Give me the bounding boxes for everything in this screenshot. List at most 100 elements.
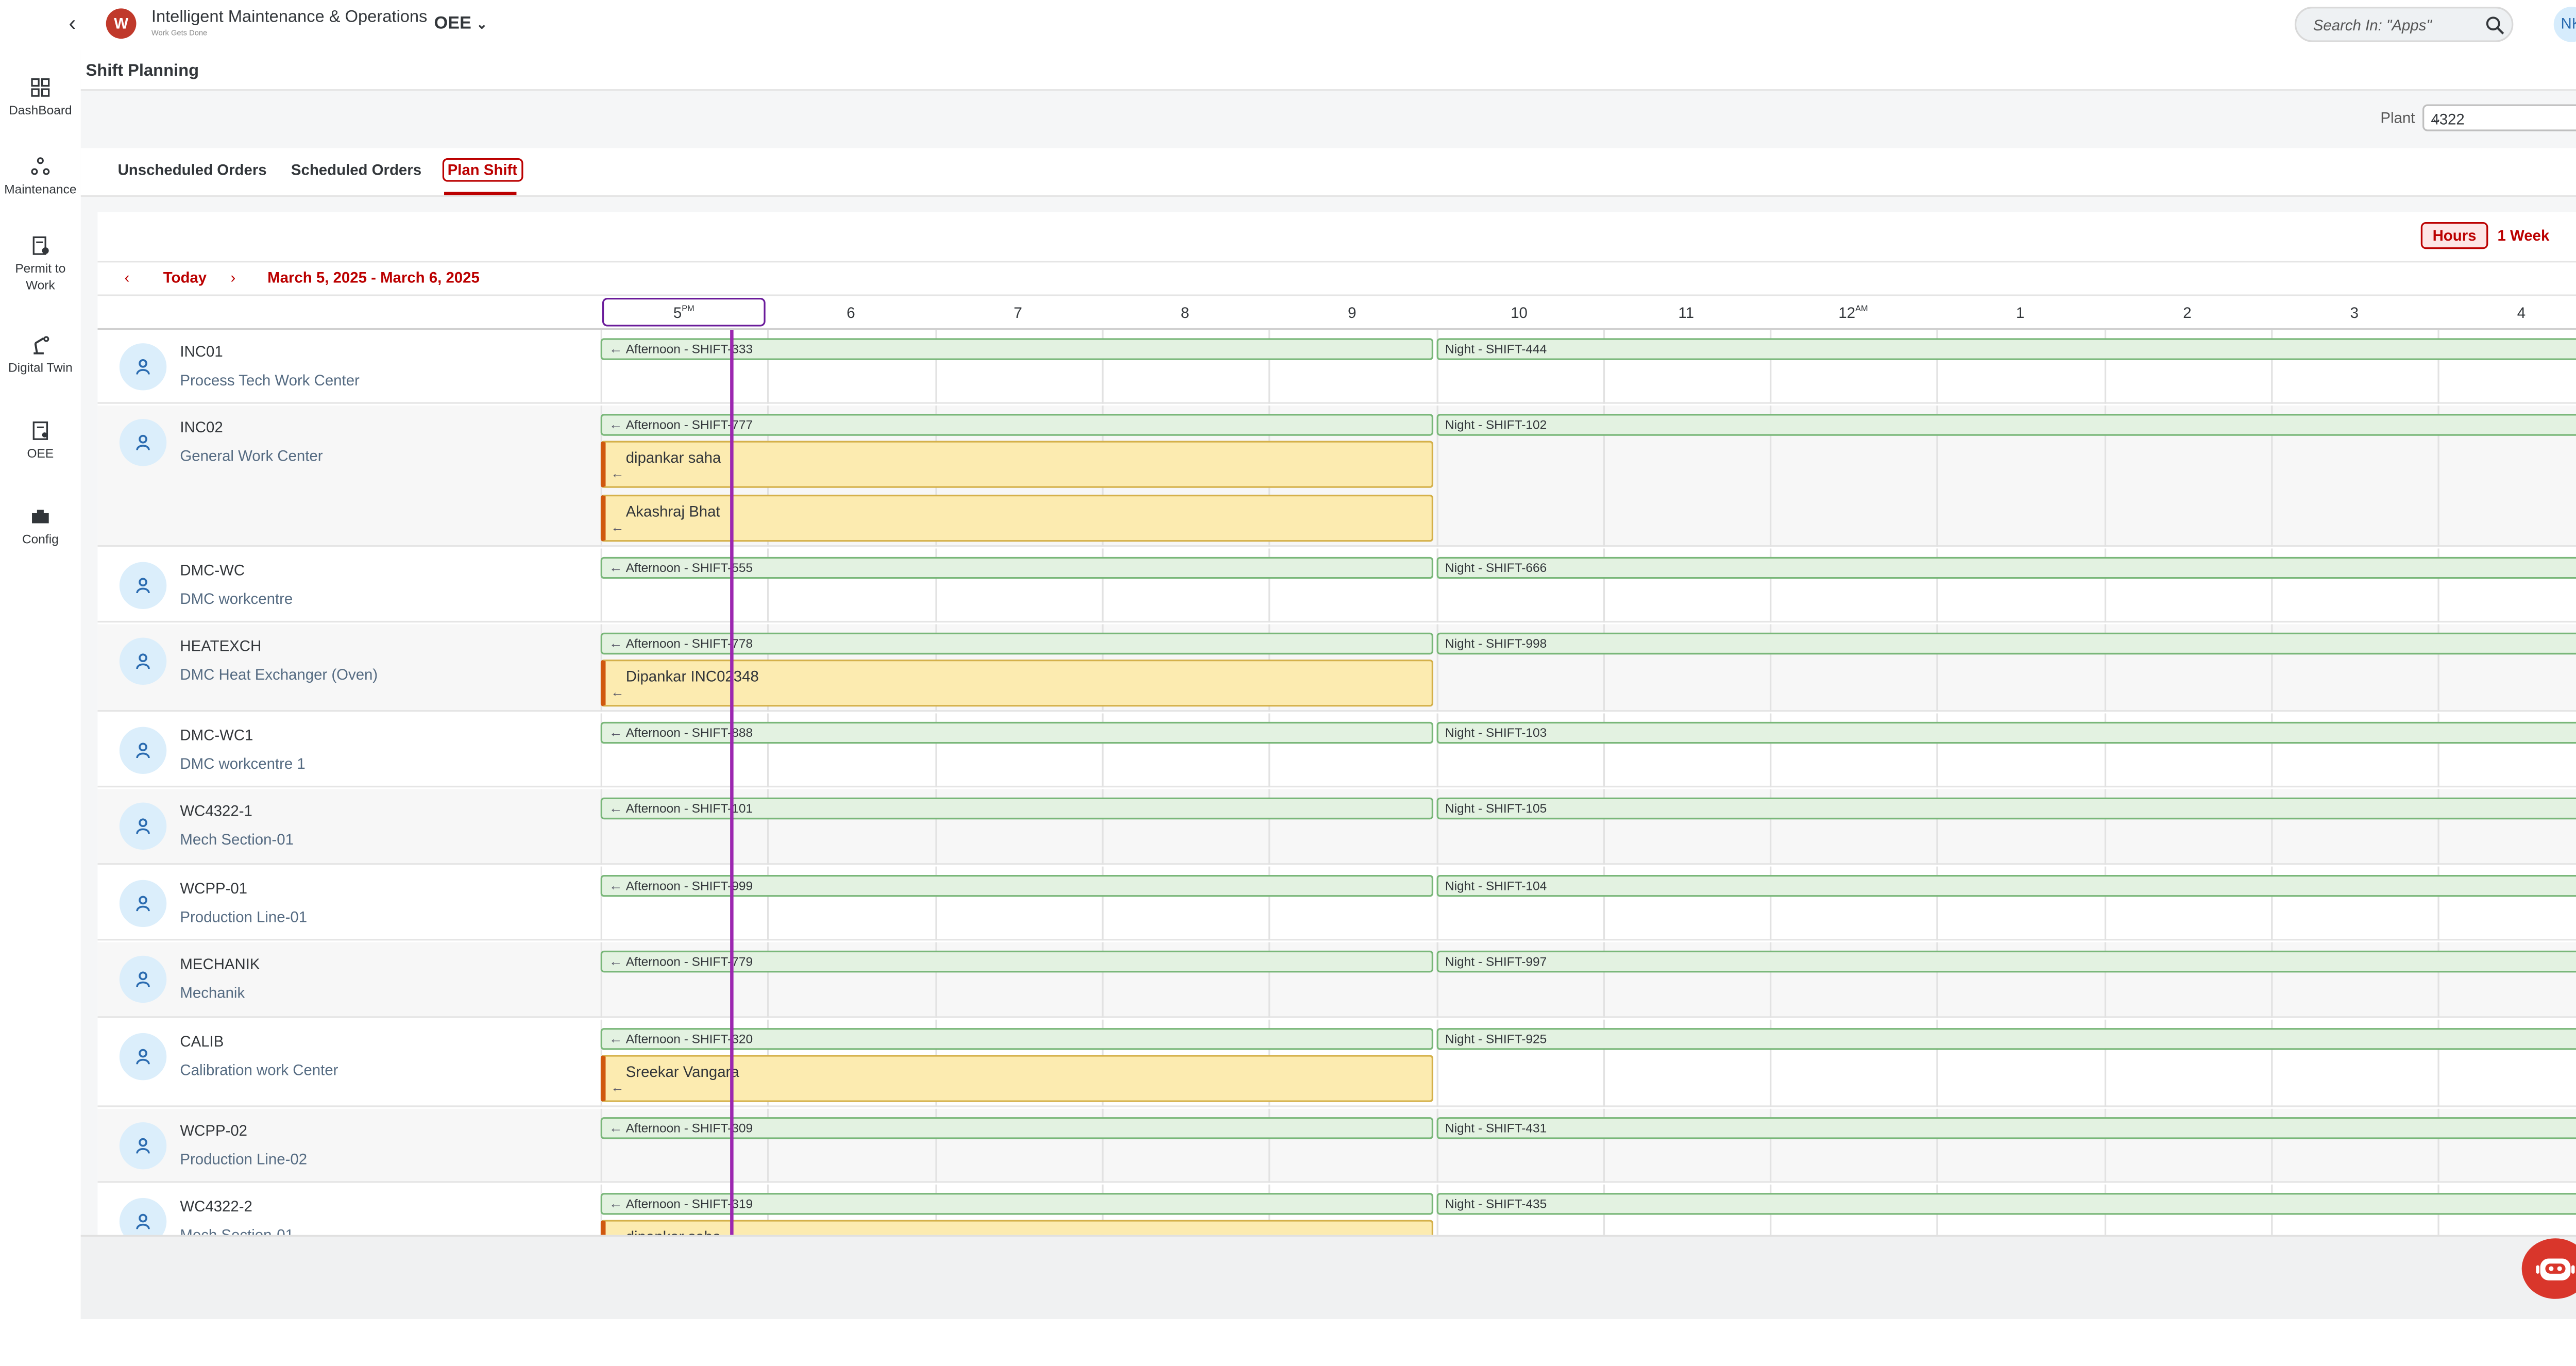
shift-label: Night - SHIFT-666 — [1445, 560, 1547, 576]
sidebar-item-label: Maintenance — [4, 181, 77, 197]
sidebar-item-config[interactable]: Config — [0, 507, 81, 549]
app-logo[interactable]: W — [106, 8, 137, 39]
resource-row: MECHANIK Mechanik ← Afternoon - SHIFT-779 Ni… — [97, 942, 2576, 1018]
filter-bar: Plant 4322 ⌄ — [80, 92, 2576, 148]
shift-label: Night - SHIFT-998 — [1445, 636, 1547, 651]
hour-number: 2 — [2183, 305, 2192, 322]
afternoon-shift-bar[interactable]: ← Afternoon - SHIFT-888 — [600, 721, 1434, 744]
current-time-indicator — [730, 329, 733, 1235]
sidebar-item-dashboard[interactable]: DashBoard — [0, 77, 81, 120]
hour-label: 2 — [2104, 305, 2270, 322]
robot-icon — [2536, 1258, 2575, 1280]
tab-scheduled-orders[interactable]: Scheduled Orders — [291, 161, 421, 178]
work-center-description: Process Tech Work Center — [180, 372, 360, 389]
side-navigation: DashBoard Maintenance Permit to Work Dig… — [0, 50, 81, 1366]
assignment-bar[interactable]: Akashraj Bhat ← — [600, 494, 1434, 542]
assignment-bar[interactable]: Dipankar INC02348 ← — [600, 659, 1434, 707]
work-center-code: INC01 — [180, 343, 223, 360]
night-shift-bar[interactable]: Night - SHIFT-431→ — [1436, 1117, 2576, 1139]
today-button[interactable]: Today — [163, 269, 207, 286]
user-avatar[interactable]: NK — [2553, 7, 2576, 42]
afternoon-shift-bar[interactable]: ← Afternoon - SHIFT-778 — [600, 632, 1434, 655]
hour-number: 8 — [1180, 305, 1190, 322]
plant-select[interactable]: 4322 ⌄ — [2422, 104, 2576, 131]
arrow-left-icon: ← — [611, 684, 624, 700]
night-shift-bar[interactable]: Night - SHIFT-666→ — [1436, 556, 2576, 579]
search-input[interactable]: Search In: "Apps" — [2294, 7, 2514, 42]
hour-number: 11 — [1678, 305, 1694, 322]
night-shift-bar[interactable]: Night - SHIFT-444→ — [1436, 338, 2576, 360]
afternoon-shift-bar[interactable]: ← Afternoon - SHIFT-319 — [600, 1193, 1434, 1215]
tab-plan-shift[interactable]: Plan Shift — [442, 158, 522, 182]
arrow-left-icon: ← — [609, 560, 623, 576]
hour-number: 9 — [1348, 305, 1357, 322]
resource-row: DMC-WC1 DMC workcentre 1 ← Afternoon - SHIF… — [97, 713, 2576, 788]
hour-label: 7 — [935, 305, 1101, 322]
night-shift-bar[interactable]: Night - SHIFT-104→ — [1436, 874, 2576, 897]
shift-label: Afternoon - SHIFT-888 — [625, 725, 753, 740]
work-center-avatar — [119, 727, 167, 774]
module-selector[interactable]: OEE ⌄ — [434, 13, 487, 33]
search-icon[interactable] — [2485, 15, 2505, 35]
night-shift-bar[interactable]: Night - SHIFT-435→ — [1436, 1193, 2576, 1215]
night-shift-bar[interactable]: Night - SHIFT-105→ — [1436, 797, 2576, 820]
plant-label: Plant — [2380, 109, 2415, 126]
night-shift-bar[interactable]: Night - SHIFT-998→ — [1436, 632, 2576, 655]
bottom-strip — [0, 1319, 2576, 1366]
night-shift-bar[interactable]: Night - SHIFT-997→ — [1436, 950, 2576, 973]
work-center-code: WCPP-01 — [180, 880, 248, 897]
afternoon-shift-bar[interactable]: ← Afternoon - SHIFT-320 — [600, 1028, 1434, 1050]
chevron-down-icon: ⌄ — [2431, 111, 2443, 126]
work-center-code: DMC-WC1 — [180, 727, 253, 744]
night-shift-bar[interactable]: Night - SHIFT-103→ — [1436, 721, 2576, 744]
week-view-button[interactable]: 1 Week — [2493, 222, 2554, 249]
shift-label: Night - SHIFT-102 — [1445, 417, 1547, 433]
hour-label: 1 — [1937, 305, 2104, 322]
shift-label: Night - SHIFT-103 — [1445, 725, 1547, 740]
back-icon[interactable]: ‹ — [61, 10, 84, 37]
work-center-code: MECHANIK — [180, 955, 260, 973]
afternoon-shift-bar[interactable]: ← Afternoon - SHIFT-333 — [600, 338, 1434, 360]
afternoon-shift-bar[interactable]: ← Afternoon - SHIFT-779 — [600, 950, 1434, 973]
assignment-bar[interactable]: Sreekar Vangara ← — [600, 1055, 1434, 1102]
assignment-bar[interactable]: dipankar saha← — [600, 1220, 1434, 1235]
resource-row: WC4322-2 Mech Section-01 ← Afternoon - SHIF… — [97, 1184, 2576, 1235]
sidebar-item-permit-to-work[interactable]: Permit to Work — [0, 235, 81, 294]
hour-label: 5PM — [601, 305, 767, 322]
afternoon-shift-bar[interactable]: ← Afternoon - SHIFT-999 — [600, 874, 1434, 897]
work-center-code: INC02 — [180, 419, 223, 436]
sidebar-item-oee[interactable]: OEE — [0, 420, 81, 463]
search-placeholder: Search In: "Apps" — [2313, 16, 2432, 34]
person-icon — [136, 1049, 150, 1065]
hour-label: 12AM — [1770, 305, 1936, 322]
work-center-avatar — [119, 637, 167, 685]
assignment-bar[interactable]: dipankar saha← — [600, 441, 1434, 488]
sidebar-item-digital-twin[interactable]: Digital Twin — [0, 335, 81, 377]
work-center-avatar — [119, 419, 167, 466]
night-shift-bar[interactable]: Night - SHIFT-102→ — [1436, 414, 2576, 436]
afternoon-shift-bar[interactable]: ← Afternoon - SHIFT-101 — [600, 797, 1434, 820]
resource-row: DMC-WC DMC workcentre ← Afternoon - SHIFT-5… — [97, 548, 2576, 623]
afternoon-shift-bar[interactable]: ← Afternoon - SHIFT-309 — [600, 1117, 1434, 1139]
hour-number: 1 — [2016, 305, 2025, 322]
night-shift-bar[interactable]: Night - SHIFT-925→ — [1436, 1028, 2576, 1050]
tab-unscheduled-orders[interactable]: Unscheduled Orders — [118, 161, 267, 178]
afternoon-shift-bar[interactable]: ← Afternoon - SHIFT-555 — [600, 556, 1434, 579]
arrow-left-icon: ← — [609, 1120, 623, 1136]
afternoon-shift-bar[interactable]: ← Afternoon - SHIFT-777 — [600, 414, 1434, 436]
shift-label: Afternoon - SHIFT-999 — [625, 878, 753, 893]
hours-view-button[interactable]: Hours — [2420, 222, 2488, 249]
work-center-description: Mech Section-01 — [180, 1226, 294, 1235]
work-center-avatar — [119, 880, 167, 927]
sidebar-item-maintenance[interactable]: Maintenance — [0, 157, 81, 199]
dashboard-icon — [31, 78, 50, 97]
resource-row: CALIB Calibration work Center ← Afternoon -… — [97, 1019, 2576, 1107]
next-icon[interactable]: › — [230, 269, 235, 286]
add-button[interactable]: + — [2569, 218, 2576, 249]
shell-header: ‹ W Intelligent Maintenance & Operations… — [0, 0, 2576, 50]
person-icon — [136, 578, 150, 594]
work-center-avatar — [119, 1033, 167, 1081]
previous-icon[interactable]: ‹ — [125, 269, 130, 286]
person-icon — [136, 1138, 150, 1154]
shift-label: Afternoon - SHIFT-555 — [625, 560, 753, 576]
